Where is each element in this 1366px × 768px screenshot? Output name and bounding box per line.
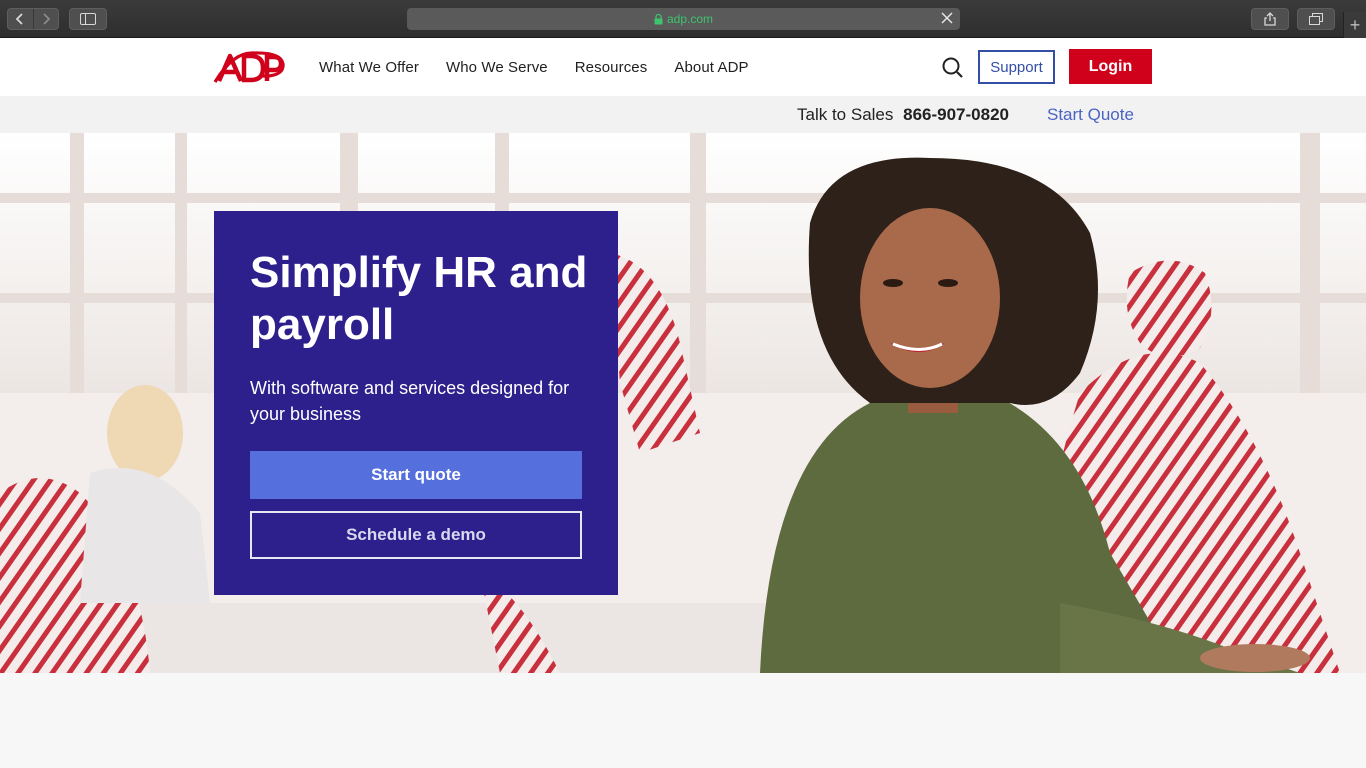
back-icon[interactable]: [8, 9, 34, 29]
adp-logo[interactable]: [213, 50, 285, 84]
sales-bar: Talk to Sales 866-907-0820 Start Quote: [0, 96, 1366, 133]
talk-to-sales: Talk to Sales 866-907-0820: [797, 105, 1009, 125]
lock-icon: [654, 13, 663, 24]
history-nav: [7, 8, 59, 30]
hero-promo-card: Simplify HR and payroll With software an…: [214, 211, 618, 595]
sidebar-toggle-icon[interactable]: [69, 8, 107, 30]
start-quote-button[interactable]: Start quote: [250, 451, 582, 499]
site-header: What We Offer Who We Serve Resources Abo…: [0, 38, 1366, 96]
share-icon[interactable]: [1251, 8, 1289, 30]
hero-banner: Simplify HR and payroll With software an…: [0, 133, 1366, 673]
page-content-area: [0, 673, 1366, 768]
browser-toolbar: adp.com +: [0, 0, 1366, 38]
forward-icon[interactable]: [34, 9, 59, 29]
tabs-overview-icon[interactable]: [1297, 8, 1335, 30]
sales-phone[interactable]: 866-907-0820: [903, 105, 1009, 124]
nav-about-adp[interactable]: About ADP: [674, 59, 748, 76]
search-icon[interactable]: [941, 56, 965, 80]
main-nav: What We Offer Who We Serve Resources Abo…: [319, 38, 776, 96]
login-button[interactable]: Login: [1069, 49, 1152, 84]
new-tab-icon[interactable]: +: [1343, 12, 1366, 38]
nav-what-we-offer[interactable]: What We Offer: [319, 59, 419, 76]
hero-subhead: With software and services designed for …: [250, 378, 570, 424]
close-icon[interactable]: [940, 11, 954, 25]
start-quote-link[interactable]: Start Quote: [1047, 105, 1134, 125]
nav-resources[interactable]: Resources: [575, 59, 648, 76]
address-bar[interactable]: adp.com: [407, 8, 960, 30]
support-button[interactable]: Support: [978, 50, 1055, 84]
hero-photo: [0, 133, 1366, 673]
nav-who-we-serve[interactable]: Who We Serve: [446, 59, 548, 76]
talk-to-sales-label: Talk to Sales: [797, 105, 894, 124]
schedule-demo-button[interactable]: Schedule a demo: [250, 511, 582, 559]
url-text: adp.com: [666, 12, 714, 26]
hero-headline: Simplify HR and payroll: [250, 248, 588, 349]
